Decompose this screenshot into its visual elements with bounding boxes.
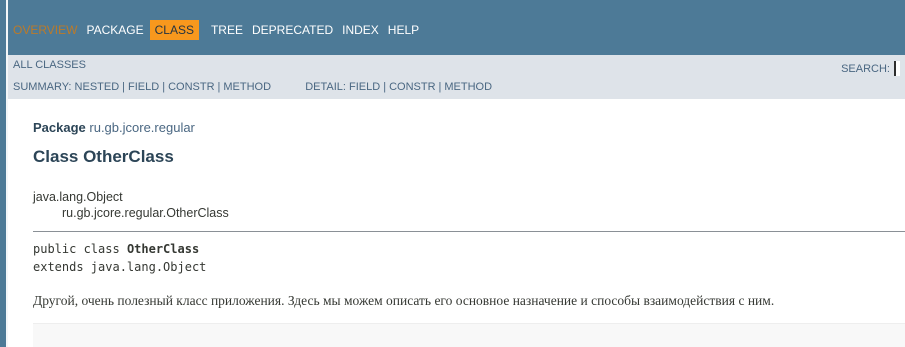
nav-package[interactable]: Package (86, 22, 143, 38)
nav-tree[interactable]: Tree (211, 22, 243, 38)
section-divider (33, 231, 905, 232)
package-label: Package (33, 120, 86, 135)
separator: | (438, 81, 442, 93)
summary-field: Field (128, 81, 160, 93)
package-name-link[interactable]: ru.gb.jcore.regular (89, 120, 195, 135)
search-label: SEARCH: (841, 62, 890, 75)
detail-method: Method (444, 81, 493, 93)
top-nav-list: Overview Package Class Tree Deprecated I… (13, 20, 428, 40)
inheritance-child: ru.gb.jcore.regular.OtherClass (62, 206, 229, 220)
summary-section-box (33, 323, 905, 347)
class-signature: public class OtherClass (33, 242, 199, 256)
detail-constr[interactable]: Constr (389, 81, 435, 93)
nav-class-current: Class (149, 20, 199, 40)
summary-detail-row: Summary: Nested | Field | Constr | Method Deta… (13, 81, 492, 93)
nav-help[interactable]: Help (388, 22, 419, 38)
signature-extends: extends java.lang.Object (33, 260, 207, 274)
separator: | (162, 81, 166, 93)
all-classes-link[interactable]: All Classes (13, 59, 86, 71)
search-area: SEARCH: (841, 61, 900, 76)
nav-overview: Overview (13, 23, 78, 37)
signature-class-name: OtherClass (126, 242, 200, 256)
nav-deprecated[interactable]: Deprecated (252, 22, 333, 38)
nav-index[interactable]: Index (342, 22, 379, 38)
signature-modifiers: public class (33, 242, 120, 256)
separator: | (217, 81, 221, 93)
separator: | (383, 81, 387, 93)
class-description: Другой, очень полезный класс приложения.… (33, 293, 775, 308)
summary-constr[interactable]: Constr (168, 81, 214, 93)
detail-label: Detail: (305, 81, 346, 93)
separator: | (122, 81, 126, 93)
package-line: Package ru.gb.jcore.regular (33, 120, 195, 135)
summary-nested: Nested (74, 81, 120, 93)
inheritance-parent: java.lang.Object (33, 190, 123, 204)
sub-navigation-bar: All Classes Summary: Nested | Field | Constr… (8, 55, 905, 99)
summary-label: Summary: (13, 81, 72, 93)
top-navigation-bar: Overview Package Class Tree Deprecated I… (8, 0, 905, 55)
detail-field: Field (349, 81, 381, 93)
summary-method: Method (223, 81, 272, 93)
class-title: Class OtherClass (33, 147, 174, 166)
search-input[interactable] (894, 61, 900, 76)
